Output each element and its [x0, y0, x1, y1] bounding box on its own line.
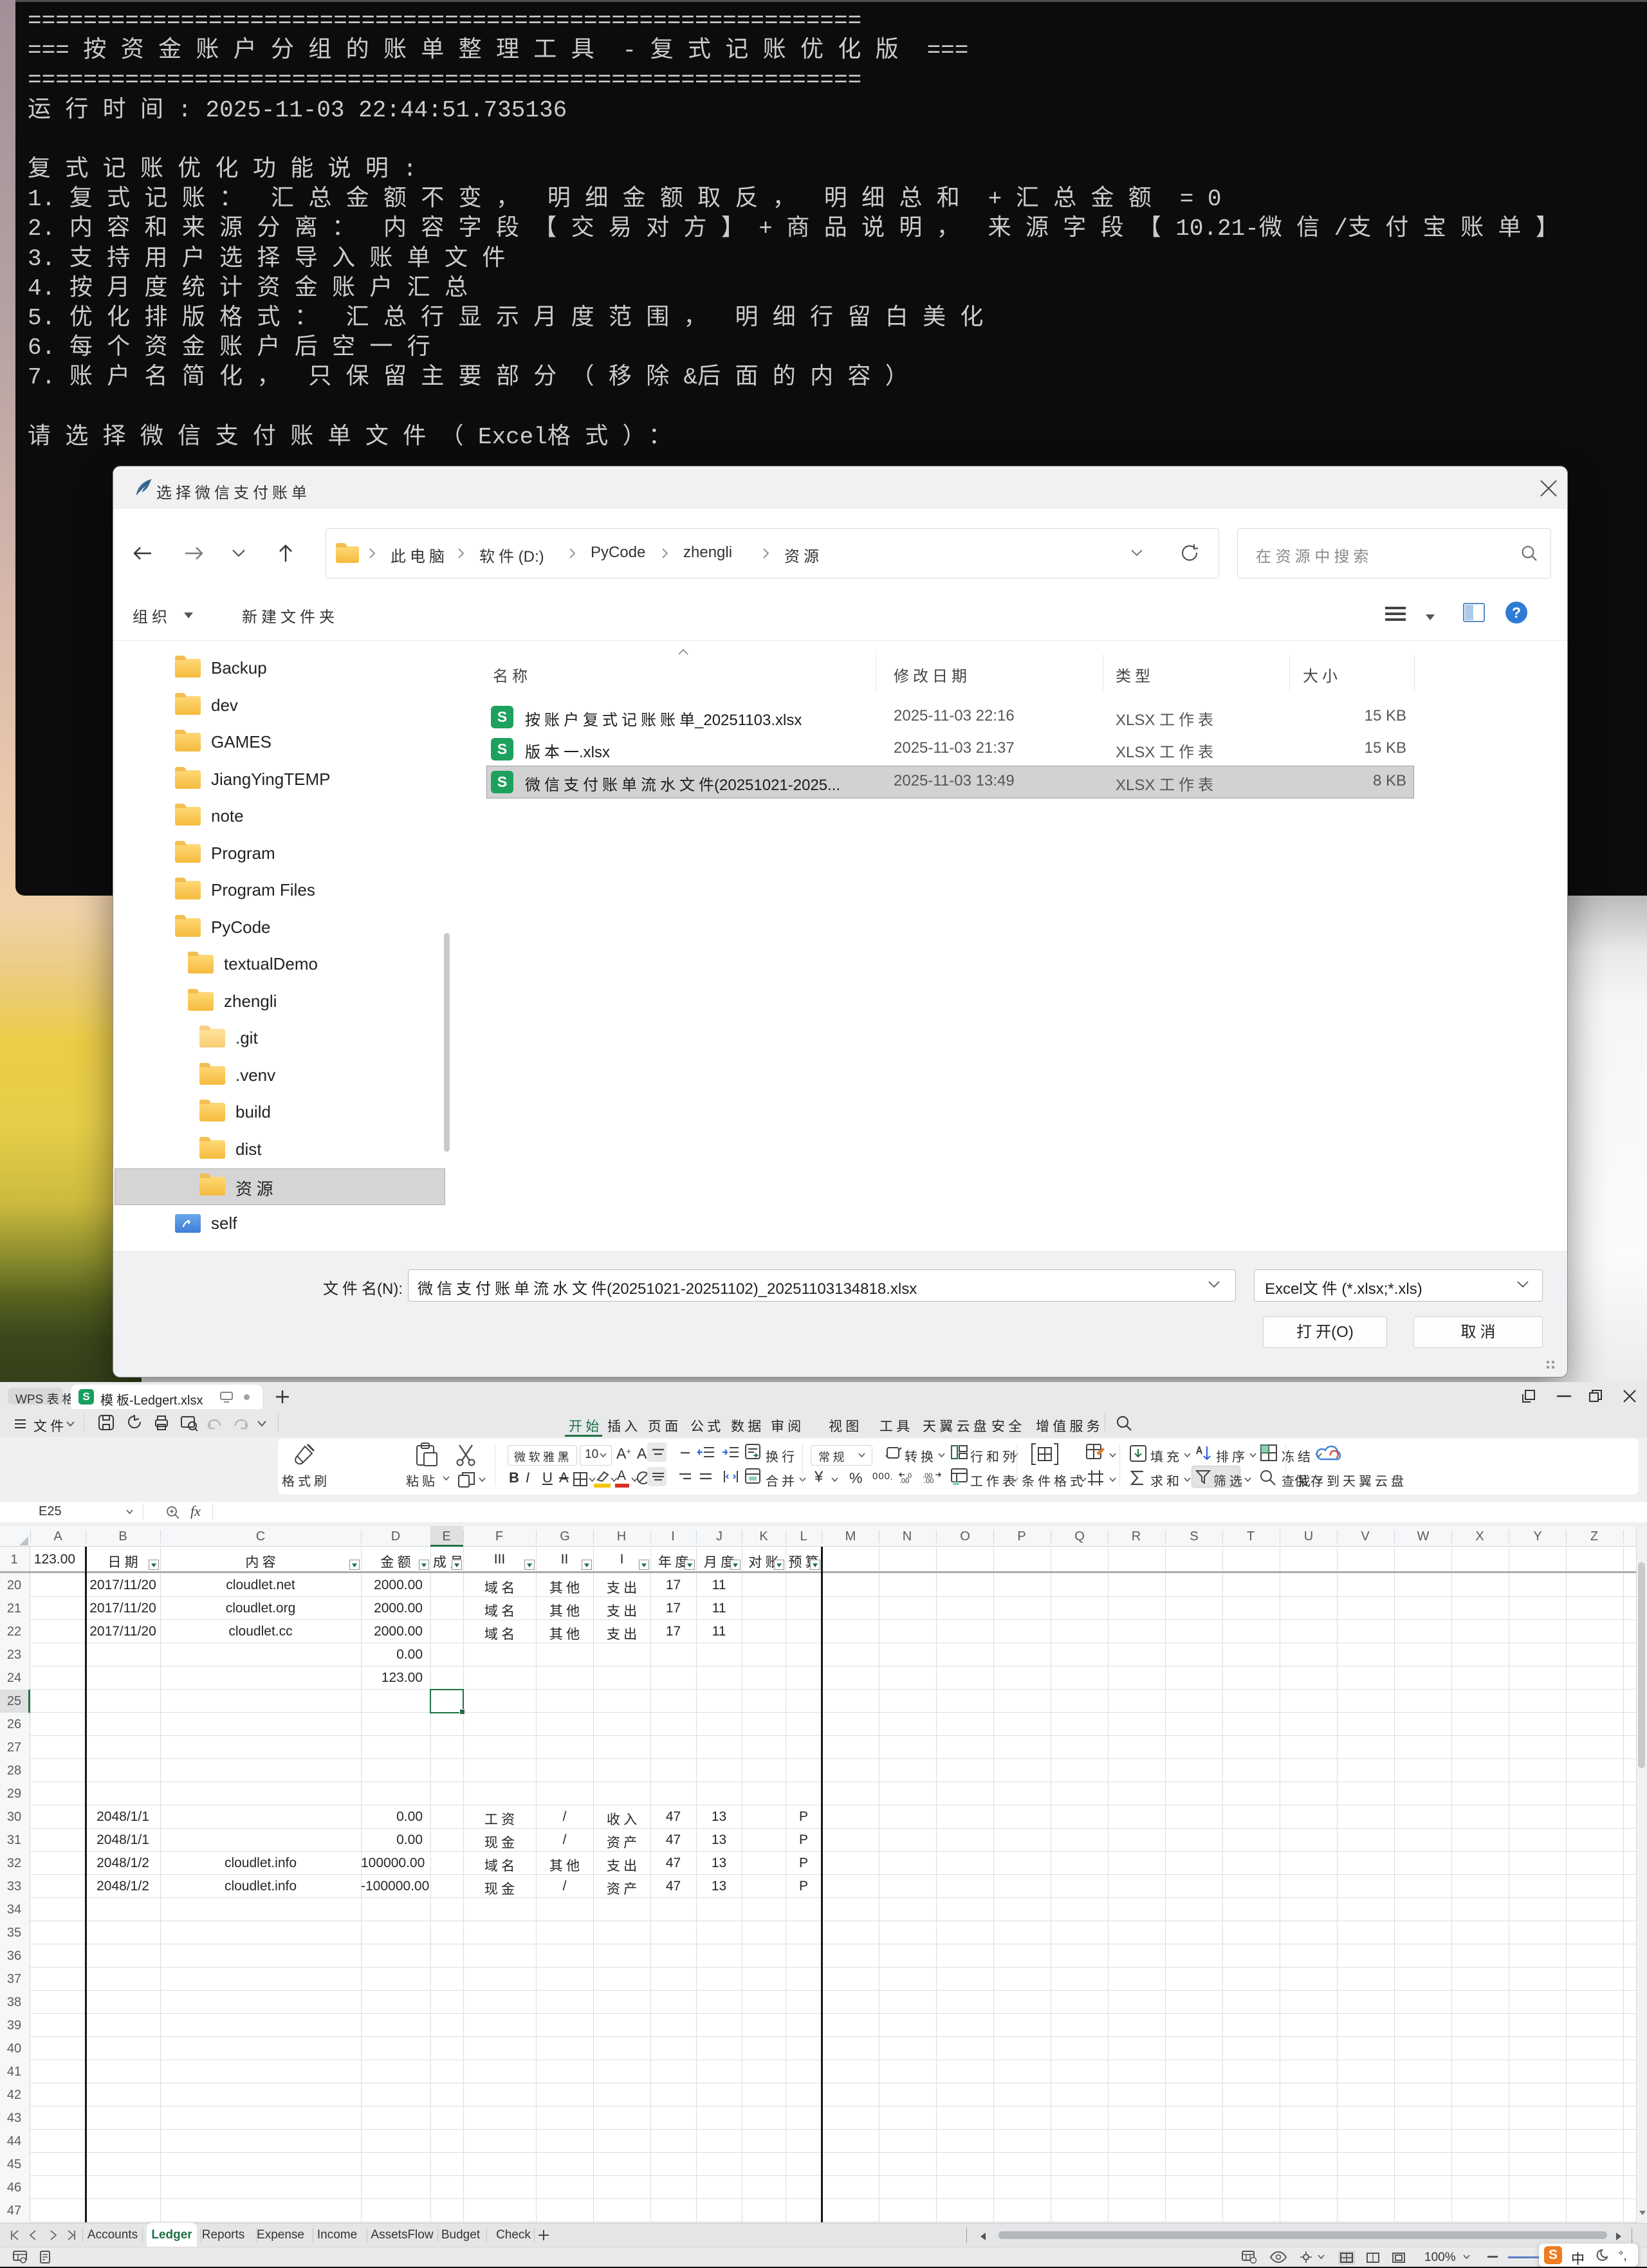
svg-text:.00: .00 — [899, 1477, 909, 1485]
svg-text:.00: .00 — [924, 1477, 934, 1485]
